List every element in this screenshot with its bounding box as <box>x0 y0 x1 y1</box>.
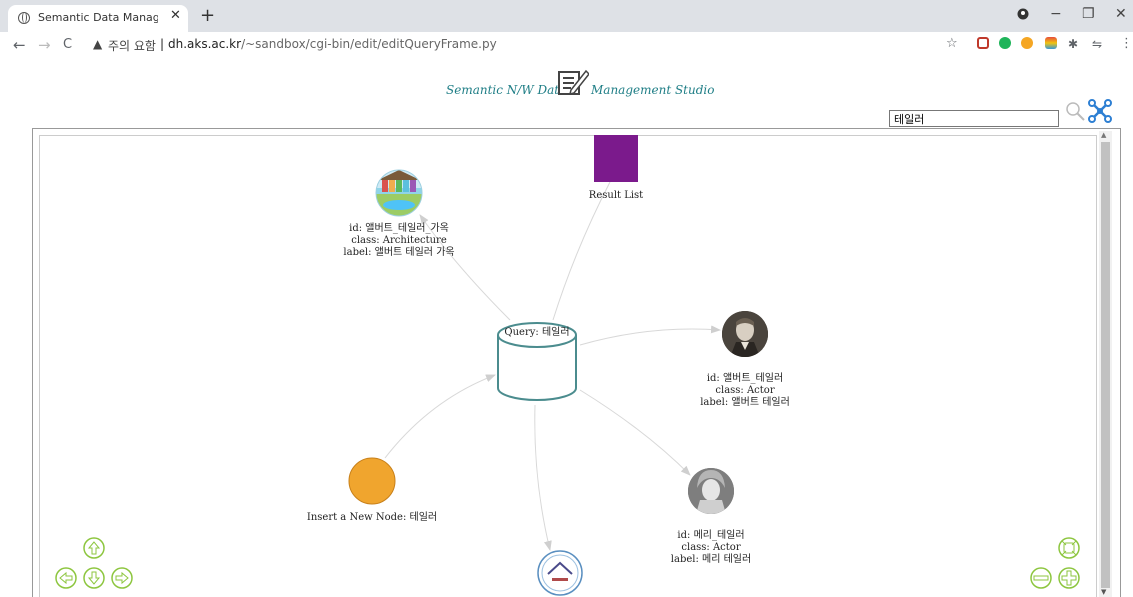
fit-to-screen-button[interactable] <box>1058 537 1080 559</box>
semantic-network-graph: Result List Query: 테일러 id: 앨버트_테일러_가옥 cl… <box>55 135 1080 596</box>
pan-left-button[interactable] <box>55 567 77 589</box>
architecture-id: id: 앨버트_테일러_가옥 <box>349 221 449 234</box>
zoom-out-button[interactable] <box>1030 567 1052 589</box>
architecture-label: label: 앨버트 테일러 가옥 <box>343 245 454 258</box>
actor-mary-id: id: 메리_테일러 <box>677 529 744 541</box>
edge-query-actor2 <box>579 389 691 476</box>
architecture-class: class: Architecture <box>351 235 447 246</box>
actor-albert-node[interactable] <box>722 311 768 357</box>
actor-albert-id: id: 앨버트_테일러 <box>707 371 783 384</box>
edge-query-seal <box>534 404 552 551</box>
zoom-in-button[interactable] <box>1058 567 1080 589</box>
result-list-node[interactable] <box>594 135 638 182</box>
actor-albert-class: class: Actor <box>715 385 774 396</box>
pan-up-button[interactable] <box>83 537 105 559</box>
insert-node-label: Insert a New Node: 테일러 <box>307 511 437 523</box>
actor-mary-class: class: Actor <box>681 542 740 553</box>
actor-mary-label: label: 메리 테일러 <box>671 553 751 565</box>
actor-mary-node[interactable] <box>688 468 734 514</box>
edge-query-result <box>552 181 611 321</box>
seal-node[interactable] <box>537 550 583 596</box>
pan-down-button[interactable] <box>83 567 105 589</box>
query-node-label: Query: 테일러 <box>504 326 569 338</box>
edge-insert-query <box>384 374 496 459</box>
insert-node[interactable] <box>348 457 396 505</box>
actor-albert-label: label: 앨버트 테일러 <box>700 395 790 408</box>
result-list-label: Result List <box>589 190 643 201</box>
pan-right-button[interactable] <box>111 567 133 589</box>
edge-query-actor1 <box>579 325 721 346</box>
architecture-node[interactable] <box>375 169 423 217</box>
